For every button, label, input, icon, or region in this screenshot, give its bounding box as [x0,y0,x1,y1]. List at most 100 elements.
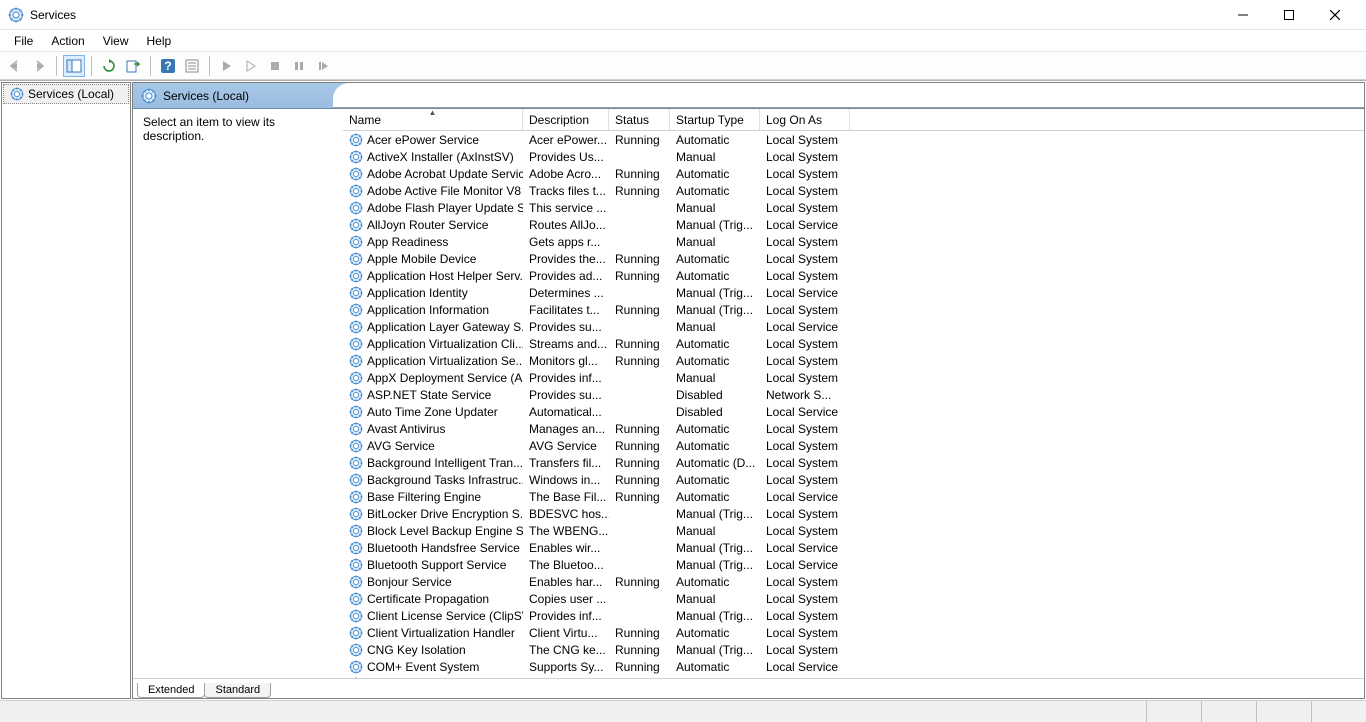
service-row[interactable]: ActiveX Installer (AxInstSV)Provides Us.… [343,148,1364,165]
sort-indicator-icon: ▲ [429,108,437,117]
column-header-logon[interactable]: Log On As [760,109,850,130]
service-row[interactable]: Adobe Flash Player Update S...This servi… [343,199,1364,216]
service-logon-cell: Local System [760,167,850,181]
service-row[interactable]: Apple Mobile DeviceProvides the...Runnin… [343,250,1364,267]
tab-extended[interactable]: Extended [137,683,205,698]
service-logon-cell: Local System [760,507,850,521]
stop-service-button[interactable] [264,55,286,77]
gear-icon [349,286,363,300]
menu-action[interactable]: Action [43,32,92,50]
service-row[interactable]: Application Host Helper Serv...Provides … [343,267,1364,284]
service-row[interactable]: Avast AntivirusManages an...RunningAutom… [343,420,1364,437]
tree-root-services-local[interactable]: Services (Local) [3,84,129,104]
service-row[interactable]: Background Intelligent Tran...Transfers … [343,454,1364,471]
gear-icon [349,269,363,283]
service-row[interactable]: Application InformationFacilitates t...R… [343,301,1364,318]
service-row[interactable]: Auto Time Zone UpdaterAutomatical...Disa… [343,403,1364,420]
service-row[interactable]: ASP.NET State ServiceProvides su...Disab… [343,386,1364,403]
service-startup-cell: Manual (Trig... [670,558,760,572]
service-row[interactable]: App ReadinessGets apps r...ManualLocal S… [343,233,1364,250]
pause-service-button[interactable] [288,55,310,77]
service-status-cell: Running [609,626,670,640]
service-row[interactable]: Application Layer Gateway S...Provides s… [343,318,1364,335]
show-hide-tree-button[interactable] [63,55,85,77]
service-desc-cell: Routes AllJo... [523,218,609,232]
refresh-button[interactable] [98,55,120,77]
service-startup-cell: Disabled [670,405,760,419]
column-header-desc[interactable]: Description [523,109,609,130]
service-row[interactable]: Client License Service (ClipSV...Provide… [343,607,1364,624]
close-button[interactable] [1312,0,1358,30]
column-header-name[interactable]: Name▲ [343,109,523,130]
service-row[interactable]: Base Filtering EngineThe Base Fil...Runn… [343,488,1364,505]
service-desc-cell: Provides Us... [523,150,609,164]
service-row[interactable]: AppX Deployment Service (A...Provides in… [343,369,1364,386]
services-list-pane: Name▲DescriptionStatusStartup TypeLog On… [343,109,1364,678]
service-logon-cell: Local Service [760,660,850,674]
restart-service-button[interactable] [312,55,334,77]
service-startup-cell: Automatic (D... [670,456,760,470]
forward-button[interactable] [28,55,50,77]
menubar: FileActionViewHelp [0,30,1366,52]
minimize-button[interactable] [1220,0,1266,30]
service-desc-cell: Provides inf... [523,371,609,385]
service-row[interactable]: AVG ServiceAVG ServiceRunningAutomaticLo… [343,437,1364,454]
maximize-button[interactable] [1266,0,1312,30]
service-row[interactable]: Application Virtualization Cli...Streams… [343,335,1364,352]
service-name-cell: Certificate Propagation [343,592,523,606]
menu-view[interactable]: View [95,32,137,50]
gear-icon [349,388,363,402]
service-name-cell: Application Layer Gateway S... [343,320,523,334]
service-startup-cell: Automatic [670,575,760,589]
start-service-button[interactable] [216,55,238,77]
service-desc-cell: Determines ... [523,286,609,300]
service-row[interactable]: Bonjour ServiceEnables har...RunningAuto… [343,573,1364,590]
service-status-cell: Running [609,473,670,487]
service-row[interactable]: Client Virtualization HandlerClient Virt… [343,624,1364,641]
service-row[interactable]: Bluetooth Support ServiceThe Bluetoo...M… [343,556,1364,573]
header-curve [333,83,1364,108]
service-desc-cell: Client Virtu... [523,626,609,640]
service-startup-cell: Manual (Trig... [670,218,760,232]
service-row[interactable]: COM+ System ApplicationManages th...Manu… [343,675,1364,678]
service-row[interactable]: BitLocker Drive Encryption S...BDESVC ho… [343,505,1364,522]
back-button[interactable] [4,55,26,77]
help-button[interactable]: ? [157,55,179,77]
column-header-startup[interactable]: Startup Type [670,109,760,130]
statusbar-segment [1256,701,1311,722]
service-row[interactable]: Adobe Acrobat Update ServiceAdobe Acro..… [343,165,1364,182]
start2-button[interactable] [240,55,262,77]
gear-icon [349,643,363,657]
service-name-cell: Application Host Helper Serv... [343,269,523,283]
menu-file[interactable]: File [6,32,41,50]
service-desc-cell: Adobe Acro... [523,167,609,181]
service-row[interactable]: Adobe Active File Monitor V8Tracks files… [343,182,1364,199]
gear-icon [349,592,363,606]
service-startup-cell: Manual (Trig... [670,643,760,657]
toolbar-separator [91,56,92,76]
service-row[interactable]: CNG Key IsolationThe CNG ke...RunningMan… [343,641,1364,658]
service-name-cell: Application Information [343,303,523,317]
list-body[interactable]: Acer ePower ServiceAcer ePower...Running… [343,131,1364,678]
service-row[interactable]: Application IdentityDetermines ...Manual… [343,284,1364,301]
properties-button[interactable] [181,55,203,77]
tab-standard[interactable]: Standard [204,683,271,698]
service-row[interactable]: Bluetooth Handsfree ServiceEnables wir..… [343,539,1364,556]
service-startup-cell: Automatic [670,473,760,487]
service-startup-cell: Manual (Trig... [670,286,760,300]
column-header-status[interactable]: Status [609,109,670,130]
gear-icon [349,201,363,215]
service-row[interactable]: AllJoyn Router ServiceRoutes AllJo...Man… [343,216,1364,233]
gear-icon [349,320,363,334]
export-button[interactable] [122,55,144,77]
service-row[interactable]: COM+ Event SystemSupports Sy...RunningAu… [343,658,1364,675]
service-row[interactable]: Block Level Backup Engine S...The WBENG.… [343,522,1364,539]
service-desc-cell: Manages th... [523,677,609,679]
service-status-cell: Running [609,490,670,504]
service-row[interactable]: Background Tasks Infrastruc...Windows in… [343,471,1364,488]
pane-title: Services (Local) [163,89,249,103]
service-row[interactable]: Certificate PropagationCopies user ...Ma… [343,590,1364,607]
service-row[interactable]: Acer ePower ServiceAcer ePower...Running… [343,131,1364,148]
service-row[interactable]: Application Virtualization Se...Monitors… [343,352,1364,369]
menu-help[interactable]: Help [139,32,180,50]
